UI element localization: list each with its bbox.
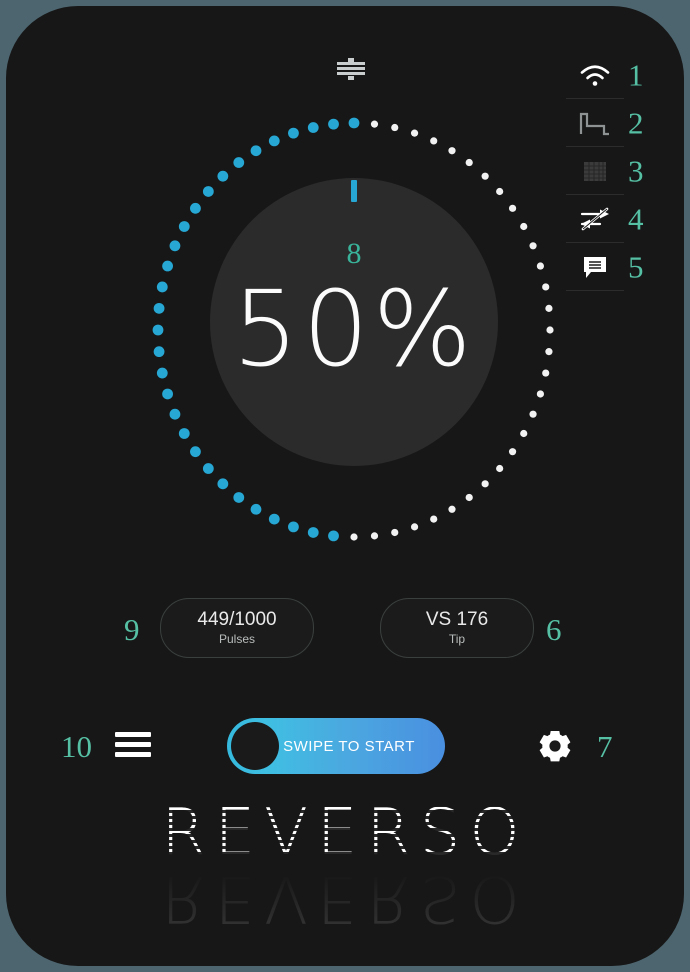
annotation-number-9: 9 [124,612,140,648]
shuffle-disabled-icon [578,204,612,234]
dial-dot-empty [430,137,437,144]
dial-dot-empty [466,494,473,501]
dial-dot-filled [233,492,244,503]
dial-dot-filled [162,389,173,400]
dial-dot-filled [179,221,190,232]
hamburger-menu-icon[interactable] [115,730,151,760]
logo-text: REVERSO [161,796,529,870]
dial-dot-filled [269,136,280,147]
rail-item-grid[interactable]: 3 [566,147,624,195]
brand-logo: REVERSO REVERSO [6,801,684,921]
logo-text-wrap: REVERSO [161,801,529,865]
rail-item-pulse[interactable]: 2 [566,99,624,147]
grille-bar [337,72,365,75]
dial-dot-filled [269,514,280,525]
rail-item-shuffle[interactable]: 4 [566,195,624,243]
tip-pill[interactable]: VS 176 Tip [380,598,534,658]
dial-dot-empty [448,147,455,154]
tip-pill-value: VS 176 [426,609,488,631]
message-bubble-icon [578,252,612,282]
annotation-number-1: 1 [628,59,644,90]
dial-position-tick [351,180,357,202]
dial-dot-filled [288,521,299,532]
dial-dot-filled [203,186,214,197]
pulses-pill-label: Pulses [219,631,255,648]
swipe-knob-handle[interactable] [231,722,279,770]
dial-dot-filled [308,122,319,133]
dial-dot-empty [448,506,455,513]
annotation-number-3: 3 [628,155,644,186]
dial-dot-filled [251,145,262,156]
wifi-icon [578,60,612,90]
status-icon-rail: 1 2 3 [566,51,624,291]
dial-dot-empty [411,523,418,530]
logo-reflection: REVERSO [161,866,529,930]
dial-dot-filled [190,446,201,457]
swipe-to-start-slider[interactable]: SWIPE TO START [227,718,445,774]
status-pill-row: 9 449/1000 Pulses VS 176 Tip 6 [6,598,684,660]
dial-dot-filled [217,171,228,182]
dial-dot-filled [349,118,360,129]
annotation-number-2: 2 [628,107,644,138]
dial-dot-empty [391,124,398,131]
annotation-number-7: 7 [597,729,613,765]
hamburger-bar [115,752,151,757]
grille-nub-bottom [348,76,354,80]
dial-dot-filled [217,478,228,489]
speaker-grille-icon [337,60,365,78]
dial-dot-empty [509,448,516,455]
dial-dot-filled [288,128,299,139]
dial-dot-empty [482,173,489,180]
pulses-pill[interactable]: 449/1000 Pulses [160,598,314,658]
dial-dot-filled [251,504,262,515]
dial-dot-empty [496,465,503,472]
dial-dot-filled [308,527,319,538]
dial-dot-empty [411,130,418,137]
pulse-waveform-icon [578,108,612,138]
bottom-action-bar: 10 SWIPE TO START 7 [6,714,684,778]
dial-dot-filled [233,157,244,168]
dial-dot-filled [190,203,201,214]
dial-dot-empty [520,223,527,230]
dial-dot-empty [482,480,489,487]
dial-dot-filled [170,409,181,420]
annotation-number-5: 5 [628,251,644,282]
rail-item-message[interactable]: 5 [566,243,624,291]
device-frame: 1 2 3 [6,6,684,966]
pulses-pill-value: 449/1000 [197,609,276,631]
dial-dot-empty [391,529,398,536]
dial-dot-filled [179,428,190,439]
dial-dot-empty [529,411,536,418]
annotation-number-10: 10 [61,729,92,765]
dial-dot-empty [509,205,516,212]
tip-pill-label: Tip [449,631,465,648]
hamburger-bar [115,732,151,737]
dial-dot-empty [371,532,378,539]
dial-dot-empty [350,533,357,540]
intensity-dial[interactable]: 8 50% [144,109,564,551]
grille-bar [337,62,365,65]
dial-dot-empty [520,430,527,437]
dial-dot-empty [430,516,437,523]
dial-dot-filled [328,530,339,541]
dial-dot-filled [328,119,339,130]
annotation-number-4: 4 [628,203,644,234]
grid-pattern-icon [578,156,612,186]
grille-bar [337,67,365,70]
dial-percent-value: 50% [144,277,564,381]
dial-dot-filled [203,463,214,474]
hamburger-bar [115,742,151,747]
annotation-number-6: 6 [546,612,562,648]
annotation-number-8: 8 [144,237,564,271]
gear-icon[interactable] [536,727,574,765]
dial-dot-empty [371,121,378,128]
dial-dot-empty [537,390,544,397]
dial-dot-empty [466,159,473,166]
dial-dot-empty [496,188,503,195]
rail-item-wifi[interactable]: 1 [566,51,624,99]
